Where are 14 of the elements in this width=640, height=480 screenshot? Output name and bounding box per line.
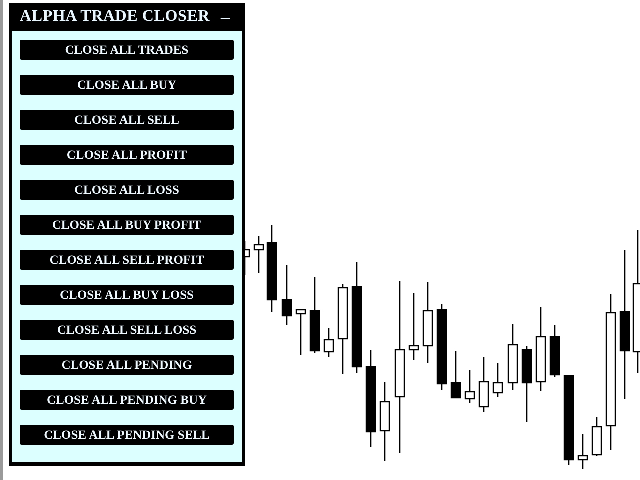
close-button[interactable]: CLOSE ALL BUY [20,75,234,95]
close-button[interactable]: CLOSE ALL PENDING [20,355,234,375]
close-button[interactable]: CLOSE ALL SELL [20,110,234,130]
minimize-button[interactable]: – [217,8,234,26]
close-button[interactable]: CLOSE ALL PENDING BUY [20,390,234,410]
close-button[interactable]: CLOSE ALL BUY LOSS [20,285,234,305]
close-button[interactable]: CLOSE ALL LOSS [20,180,234,200]
close-button[interactable]: CLOSE ALL BUY PROFIT [20,215,234,235]
panel-title: ALPHA TRADE CLOSER [20,7,210,27]
close-button[interactable]: CLOSE ALL PROFIT [20,145,234,165]
close-button[interactable]: CLOSE ALL TRADES [20,40,234,60]
close-button[interactable]: CLOSE ALL SELL LOSS [20,320,234,340]
close-button[interactable]: CLOSE ALL SELL PROFIT [20,250,234,270]
close-button[interactable]: CLOSE ALL PENDING SELL [20,425,234,445]
